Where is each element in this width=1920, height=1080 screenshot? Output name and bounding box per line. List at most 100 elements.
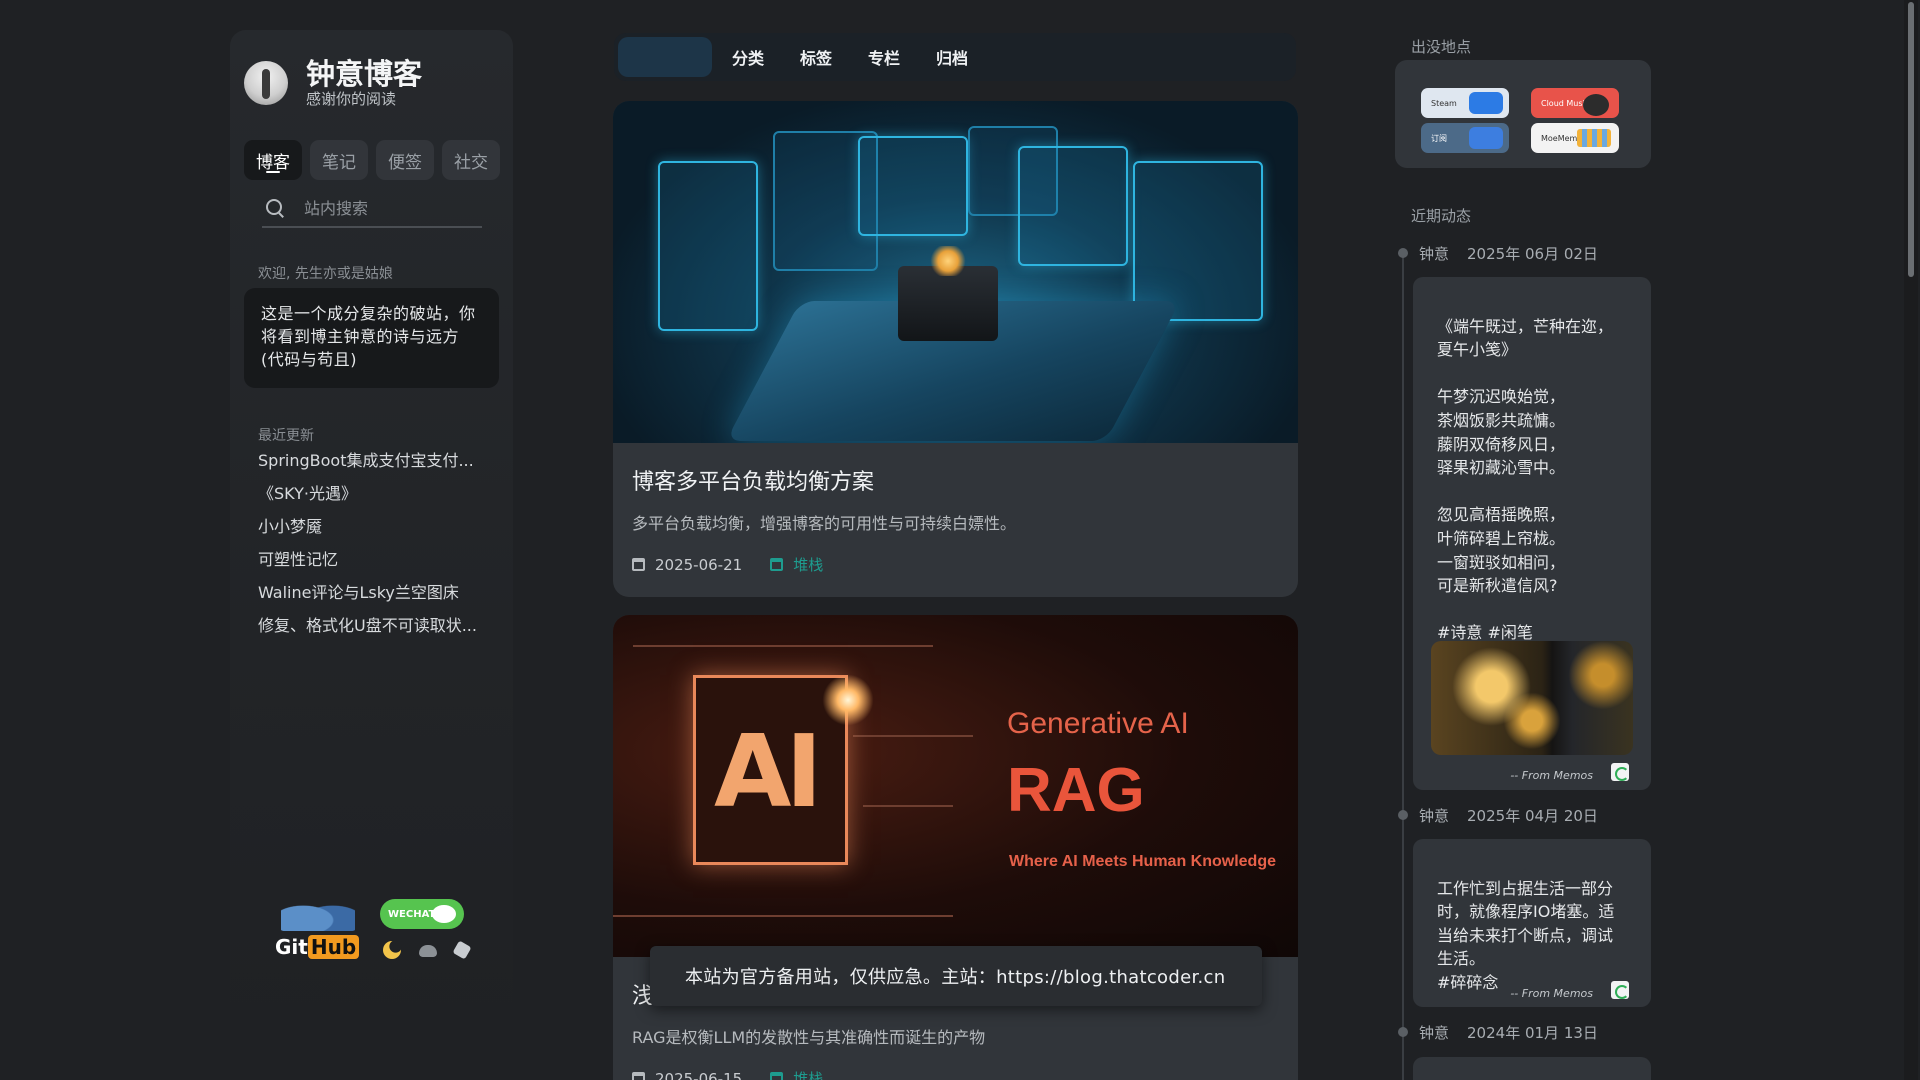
notice-toast: 本站为官方备用站，仅供应急。主站：https://blog.thatcoder.… (650, 946, 1262, 1006)
github-mascot-icon (281, 895, 355, 931)
post-title[interactable]: 博客多平台负载均衡方案 (632, 464, 874, 496)
memos-icon[interactable] (1611, 763, 1629, 781)
memo-photo[interactable] (1431, 641, 1633, 755)
post-meta: 2025-06-15 堆栈 (632, 1068, 823, 1080)
memo-date: 2025年 06月 02日 (1467, 245, 1598, 263)
tech-box (898, 266, 998, 341)
timeline-line (1402, 250, 1404, 1080)
search-bar (262, 190, 482, 228)
site-title[interactable]: 钟意博客 (306, 58, 422, 90)
calendar-icon (632, 558, 645, 571)
recent-item[interactable]: 《SKY·光遇》 (258, 483, 488, 516)
tab-social[interactable]: 社交 (442, 140, 500, 180)
rss-link[interactable]: 订阅 (1421, 123, 1509, 153)
memo-header: 钟意 2025年 04月 20日 (1419, 805, 1616, 826)
memo-source: -- From Memos (1510, 769, 1593, 782)
hologram-panel (1018, 146, 1128, 266)
nav-archive[interactable]: 归档 (936, 45, 1004, 69)
circuit-trace (633, 645, 933, 647)
nav-home-pill[interactable] (618, 37, 712, 77)
memo-date: 2025年 04月 20日 (1467, 807, 1598, 825)
memo-header: 钟意 2025年 06月 02日 (1419, 243, 1616, 264)
post-card[interactable]: AI Generative AI RAG Where AI Meets Huma… (613, 615, 1298, 1080)
steam-label: Steam (1431, 98, 1457, 108)
memo-date: 2024年 01月 13日 (1467, 1024, 1598, 1042)
memo-card: 工作忙到占据生活一部分时，就像程序IO堵塞。适当给未来打个断点，调试生活。 #碎… (1413, 839, 1651, 1007)
memos-icon[interactable] (1611, 981, 1629, 999)
welcome-text: 这是一个成分复杂的破站，你将看到博主钟意的诗与远方(代码与苟且) (244, 288, 499, 388)
timeline-dot (1398, 810, 1408, 820)
cover-generative-ai: Generative AI (1007, 707, 1189, 740)
post-cover-image[interactable] (613, 101, 1298, 443)
memo-card (1413, 1057, 1651, 1080)
recent-item[interactable]: 修复、格式化U盘不可读取状... (258, 615, 488, 648)
post-date: 2025-06-15 (655, 1069, 743, 1080)
sidebar: 钟意博客 感谢你的阅读 博客 笔记 便签 社交 欢迎, 先生亦或是姑娘 这是一个… (230, 30, 513, 1040)
hologram-panel (1133, 161, 1263, 321)
memo-author: 钟意 (1419, 1024, 1450, 1042)
sponsor-label: 出没地点 (1411, 38, 1472, 56)
moemem-label: MoeMem (1541, 133, 1578, 143)
wechat-badge[interactable]: WECHAT (380, 899, 464, 929)
memo-author: 钟意 (1419, 807, 1450, 825)
site-profile[interactable]: 钟意博客 感谢你的阅读 (244, 58, 422, 108)
moon-icon[interactable] (383, 941, 401, 959)
tab-blog[interactable]: 博客 (244, 140, 302, 180)
circuit-trace (613, 915, 953, 917)
steam-link[interactable]: Steam (1421, 88, 1509, 118)
recent-label: 最近更新 (258, 428, 314, 444)
cube-icon[interactable] (452, 940, 472, 960)
nav-categories[interactable]: 分类 (732, 45, 800, 69)
cloud-music-icon (1583, 94, 1609, 116)
mini-icons (383, 940, 472, 960)
search-icon[interactable] (266, 199, 284, 217)
memo-author: 钟意 (1419, 245, 1450, 263)
github-hub-text: Hub (307, 935, 360, 959)
memo-text: 工作忙到占据生活一部分时，就像程序IO堵塞。适当给未来打个断点，调试生活。 #碎… (1437, 878, 1615, 992)
recent-item[interactable]: Waline评论与Lsky兰空图床 (258, 582, 488, 615)
light-flare (818, 670, 878, 730)
glow-light (928, 246, 968, 276)
nav-columns[interactable]: 专栏 (868, 45, 936, 69)
sponsor-box: Steam Cloud Music 订阅 MoeMem (1395, 60, 1651, 168)
scrollbar[interactable] (1904, 0, 1918, 1080)
github-badge[interactable]: Git Hub (275, 895, 360, 965)
tab-memo[interactable]: 便签 (376, 140, 434, 180)
cloud-music-link[interactable]: Cloud Music (1531, 88, 1619, 118)
badges: Git Hub WECHAT (275, 895, 485, 995)
welcome-label: 欢迎, 先生亦或是姑娘 (258, 266, 393, 282)
avatar[interactable] (244, 61, 288, 105)
search-input[interactable] (304, 198, 474, 218)
moemem-link[interactable]: MoeMem (1531, 123, 1619, 153)
rss-icon (1469, 127, 1503, 149)
memo-source: -- From Memos (1510, 987, 1593, 1000)
recent-item[interactable]: 小小梦魇 (258, 516, 488, 549)
scrollbar-thumb[interactable] (1908, 2, 1914, 277)
ai-chip-text: AI (714, 713, 823, 830)
cover-rag: RAG (1007, 756, 1145, 825)
post-card[interactable]: 博客多平台负载均衡方案 多平台负载均衡，增强博客的可用性与可持续白嫖性。 202… (613, 101, 1298, 597)
post-tag[interactable]: 堆栈 (793, 554, 823, 575)
top-nav: 分类 标签 专栏 归档 (614, 33, 1296, 81)
moemem-icon (1577, 129, 1611, 147)
github-text: Git (275, 935, 308, 959)
sidebar-tabs: 博客 笔记 便签 社交 (244, 140, 500, 180)
cloud-music-label: Cloud Music (1541, 98, 1590, 108)
activity-label: 近期动态 (1411, 207, 1472, 225)
cover-tagline: Where AI Meets Human Knowledge (1009, 853, 1276, 870)
cloud-icon[interactable] (419, 945, 437, 957)
post-cover-image[interactable]: AI Generative AI RAG Where AI Meets Huma… (613, 615, 1298, 957)
recent-item[interactable]: 可塑性记忆 (258, 549, 488, 582)
steam-icon (1469, 92, 1503, 114)
tab-notes[interactable]: 笔记 (310, 140, 368, 180)
circuit-trace (853, 735, 973, 737)
recent-item[interactable]: SpringBoot集成支付宝支付... (258, 450, 488, 483)
wechat-icon (432, 905, 456, 923)
post-desc: RAG是权衡LLM的发散性与其准确性而诞生的产物 (632, 1028, 986, 1047)
site-subtitle: 感谢你的阅读 (306, 90, 397, 108)
post-tag[interactable]: 堆栈 (793, 1068, 823, 1080)
memo-header: 钟意 2024年 01月 13日 (1419, 1022, 1616, 1043)
nav-tags[interactable]: 标签 (800, 45, 868, 69)
hologram-panel (658, 161, 758, 331)
category-icon (770, 1072, 784, 1080)
